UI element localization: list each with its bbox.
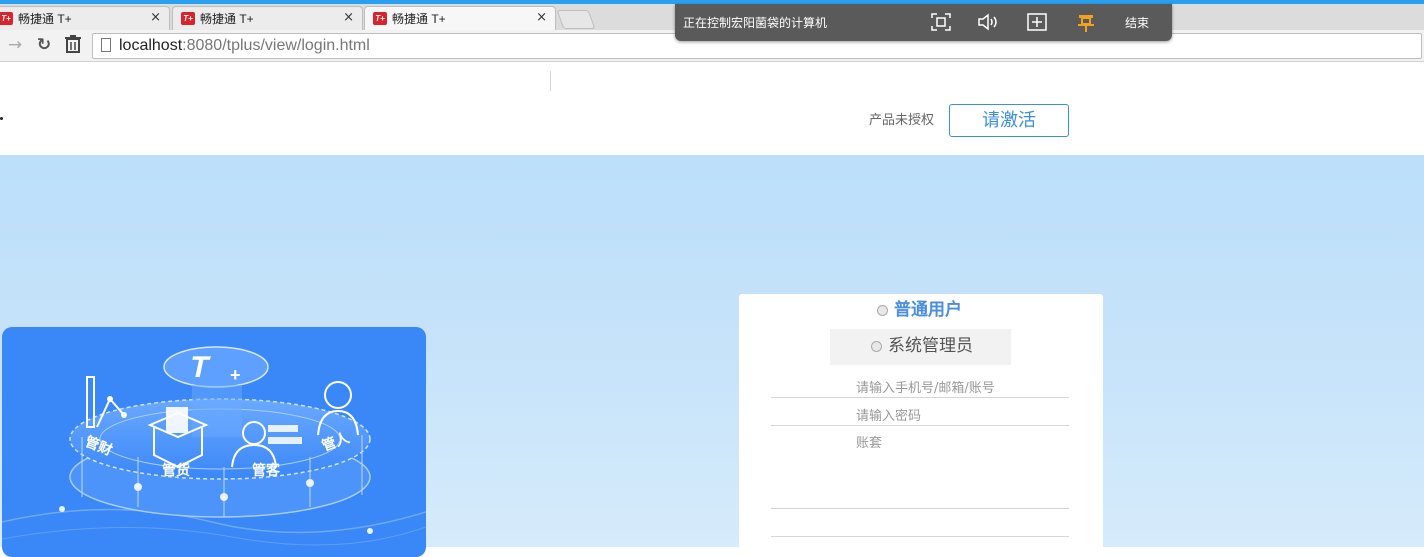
close-tab-icon[interactable]: × [536,10,547,26]
svg-text:+: + [230,365,241,385]
end-session-button[interactable]: 结束 [1125,15,1149,31]
account-book-input[interactable] [856,434,1066,454]
extra-field [771,516,1069,537]
url-host: localhost [119,37,183,54]
trash-icon[interactable] [63,35,83,55]
role-admin-label: 系统管理员 [888,336,973,356]
page-icon [101,38,111,52]
license-status: 产品未授权 [869,113,935,128]
page-header: 产品未授权 请激活 [0,63,1424,155]
url-text[interactable]: localhost:8080/tplus/view/login.html [119,36,370,56]
role-option-user[interactable]: 普通用户 [877,300,962,320]
activate-button[interactable]: 请激活 [949,104,1069,137]
tab-title: 畅捷通 T+ [200,12,254,26]
header-divider [550,71,551,91]
remote-control-bar: 正在控制宏阳菌袋的计算机 结束 [675,4,1172,41]
main-area: T + 管财 管货 管客 管人 普通用户 系统管理员 请输入手机号/邮箱/账号 … [0,155,1424,557]
label-goods: 管货 [162,462,190,479]
account-book-field [771,434,1069,509]
password-field [771,407,1069,427]
account-input[interactable] [856,379,1066,399]
window-plus-icon[interactable] [1026,13,1048,33]
browser-tab-3-active[interactable]: T+ 畅捷通 T+ × [364,6,556,30]
login-card: 普通用户 系统管理员 [739,294,1103,554]
label-customers: 管客 [252,462,281,479]
header-dot [0,117,3,120]
close-tab-icon[interactable]: × [343,10,354,26]
promo-banner: T + 管财 管货 管客 管人 [2,327,426,557]
account-field [771,379,1069,399]
browser-tab-1[interactable]: T+ 畅捷通 T+ × [0,6,170,30]
admin-radio[interactable] [871,340,882,352]
tab-title: 畅捷通 T+ [392,12,446,26]
forward-arrow-icon[interactable]: → [5,35,25,55]
speaker-icon[interactable] [977,13,999,33]
fullscreen-icon[interactable] [930,13,952,33]
browser-tab-2[interactable]: T+ 畅捷通 T+ × [172,6,363,30]
pin-icon[interactable] [1075,13,1097,33]
new-tab-button[interactable] [556,10,596,29]
t-plus-favicon-icon: T+ [373,12,387,25]
tab-title: 畅捷通 T+ [18,12,72,26]
role-user-label: 普通用户 [894,300,962,320]
password-input[interactable] [856,407,1066,427]
url-path: :8080/tplus/view/login.html [182,37,370,54]
remote-status-text: 正在控制宏阳菌袋的计算机 [683,16,828,30]
t-plus-favicon-icon: T+ [181,12,195,25]
role-option-admin[interactable]: 系统管理员 [871,336,973,356]
platform-illustration: T + 管财 管货 管客 管人 [2,346,426,546]
close-tab-icon[interactable]: × [150,10,161,26]
user-radio[interactable] [877,304,888,316]
reload-icon[interactable]: ↻ [34,35,54,55]
t-plus-favicon-icon: T+ [0,12,13,25]
